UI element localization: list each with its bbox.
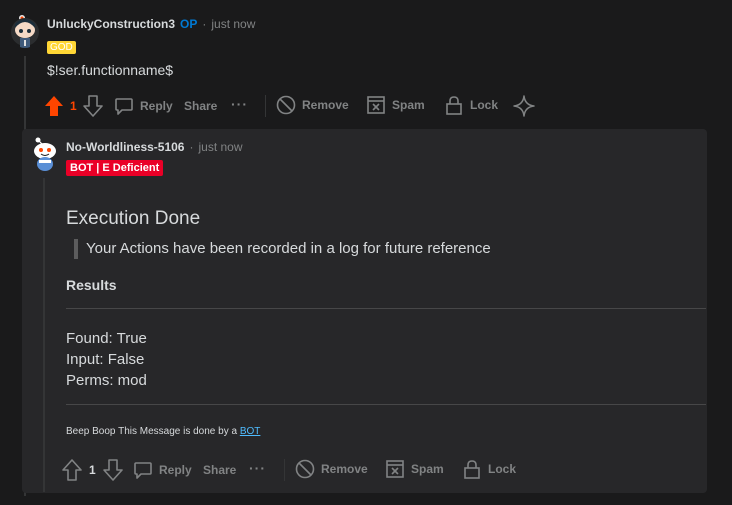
avatar-unlucky-icon bbox=[11, 15, 39, 48]
share-button[interactable]: Share bbox=[203, 463, 236, 477]
user-flair: BOT | E Deficient bbox=[66, 160, 164, 176]
blockquote-bar bbox=[74, 239, 78, 259]
thread-line[interactable] bbox=[43, 178, 45, 492]
spam-label: Spam bbox=[411, 462, 444, 476]
footer-note: Beep Boop This Message is done by a BOT bbox=[66, 426, 260, 437]
avatar[interactable] bbox=[10, 14, 40, 48]
reply-button[interactable]: Reply bbox=[133, 460, 192, 480]
lock-label: Lock bbox=[470, 98, 499, 112]
result-input: Input: False bbox=[66, 351, 145, 368]
remove-label: Remove bbox=[302, 98, 349, 112]
remove-button[interactable]: Remove bbox=[276, 95, 349, 115]
result-found: Found: True bbox=[66, 330, 147, 347]
remove-icon bbox=[276, 95, 296, 115]
user-flair: GOD bbox=[47, 41, 76, 54]
lock-button[interactable]: Lock bbox=[444, 95, 498, 115]
timestamp[interactable]: just now bbox=[211, 17, 255, 31]
remove-button[interactable]: Remove bbox=[295, 459, 368, 479]
spam-button[interactable]: Spam bbox=[366, 95, 425, 115]
lock-label: Lock bbox=[488, 462, 517, 476]
user-flair-container: BOT | E Deficient bbox=[66, 158, 164, 176]
share-button[interactable]: Share bbox=[184, 99, 217, 113]
reply-comment-card bbox=[22, 129, 707, 493]
more-options-button[interactable]: ··· bbox=[249, 460, 266, 476]
comment-action-bar: 1 Reply Share ··· Remove Spam Lock bbox=[44, 94, 604, 118]
bot-link[interactable]: BOT bbox=[240, 426, 261, 437]
separator: · bbox=[189, 140, 194, 154]
footer-text: Beep Boop This Message is done by a bbox=[66, 426, 240, 437]
result-perms: Perms: mod bbox=[66, 372, 147, 389]
remove-label: Remove bbox=[321, 462, 368, 476]
comment-header: No-Worldliness-5106 · just now bbox=[66, 140, 243, 154]
lock-icon bbox=[444, 95, 464, 115]
upvote-icon[interactable] bbox=[62, 459, 82, 481]
divider bbox=[66, 404, 706, 405]
results-label: Results bbox=[66, 277, 117, 293]
comment-action-bar: 1 Reply Share ··· Remove Spam Lock bbox=[62, 458, 542, 482]
reply-label: Reply bbox=[140, 99, 173, 113]
reply-button[interactable]: Reply bbox=[114, 96, 173, 116]
action-divider bbox=[284, 459, 285, 481]
comment-body: $!ser.functionname$ bbox=[47, 62, 174, 78]
comment-header: UnluckyConstruction3 OP · just now bbox=[47, 17, 255, 31]
timestamp[interactable]: just now bbox=[198, 140, 242, 154]
spam-icon bbox=[385, 459, 405, 479]
lock-button[interactable]: Lock bbox=[462, 459, 516, 479]
sparkle-icon[interactable] bbox=[513, 95, 535, 117]
downvote-icon[interactable] bbox=[83, 95, 103, 117]
lock-icon bbox=[462, 459, 482, 479]
more-options-button[interactable]: ··· bbox=[231, 96, 248, 112]
spam-icon bbox=[366, 95, 386, 115]
username[interactable]: No-Worldliness-5106 bbox=[66, 140, 184, 154]
avatar-snoo-icon bbox=[34, 137, 56, 171]
reply-label: Reply bbox=[159, 463, 192, 477]
divider bbox=[66, 308, 706, 309]
action-divider bbox=[265, 95, 266, 117]
vote-score: 1 bbox=[89, 463, 96, 477]
message-heading: Execution Done bbox=[66, 208, 201, 229]
user-flair-container: GOD bbox=[47, 37, 76, 55]
spam-button[interactable]: Spam bbox=[385, 459, 444, 479]
separator: · bbox=[202, 17, 207, 31]
remove-icon bbox=[295, 459, 315, 479]
spam-label: Spam bbox=[392, 98, 425, 112]
comment-icon bbox=[133, 460, 153, 480]
comment-icon bbox=[114, 96, 134, 116]
downvote-icon[interactable] bbox=[103, 459, 123, 481]
username[interactable]: UnluckyConstruction3 bbox=[47, 17, 175, 31]
blockquote-text: Your Actions have been recorded in a log… bbox=[86, 240, 491, 257]
vote-score: 1 bbox=[70, 99, 77, 113]
op-badge: OP bbox=[180, 17, 198, 31]
avatar[interactable] bbox=[30, 136, 60, 172]
upvote-icon[interactable] bbox=[44, 95, 64, 117]
